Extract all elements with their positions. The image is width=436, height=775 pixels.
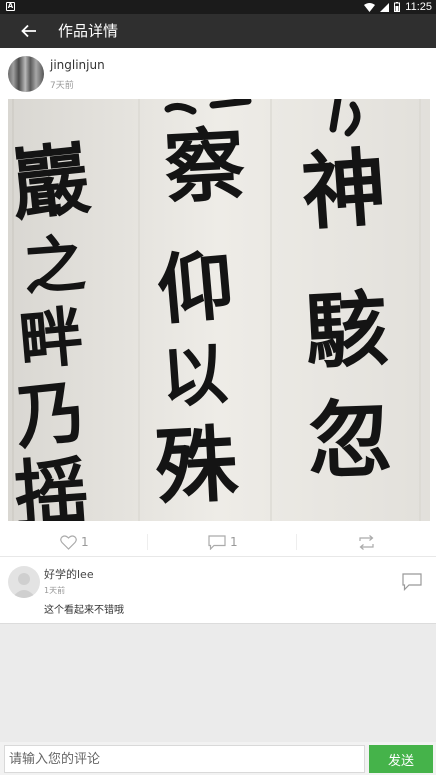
artwork-char-7: 仰 bbox=[154, 240, 237, 335]
artwork-char-1: 巖 bbox=[8, 133, 95, 232]
action-divider bbox=[296, 534, 297, 550]
commenter-avatar[interactable] bbox=[8, 566, 40, 598]
page-title: 作品详情 bbox=[58, 22, 119, 40]
signal-icon bbox=[380, 2, 390, 12]
artwork-char-11: 駭 bbox=[303, 281, 390, 381]
artwork-char-10: 神 bbox=[299, 137, 390, 242]
reply-icon[interactable] bbox=[401, 572, 423, 592]
action-divider bbox=[147, 534, 148, 550]
artwork-char-5: 摇 bbox=[11, 449, 91, 521]
comment-bar: 发送 bbox=[0, 742, 436, 775]
clock: 11:25 bbox=[405, 1, 432, 13]
author-name[interactable]: jinglinjun bbox=[50, 58, 105, 72]
artwork-image[interactable]: 巖 之 畔 乃 摇 察 仰 以 殊 神 駭 忽 bbox=[8, 99, 430, 521]
artwork-char-12: 忽 bbox=[306, 389, 393, 491]
like-count: 1 bbox=[81, 535, 89, 549]
comment-button[interactable]: 1 bbox=[208, 528, 238, 556]
artwork-char-8: 以 bbox=[159, 335, 230, 417]
notification-icon: A bbox=[6, 2, 15, 11]
artwork-char-4: 乃 bbox=[11, 370, 89, 460]
repost-icon bbox=[359, 534, 374, 550]
post-author[interactable]: jinglinjun 7天前 bbox=[8, 56, 428, 96]
comment-input[interactable] bbox=[4, 745, 365, 773]
author-avatar[interactable] bbox=[8, 56, 44, 92]
divider bbox=[0, 556, 436, 557]
artwork-char-9: 殊 bbox=[153, 416, 241, 516]
wifi-icon bbox=[364, 2, 376, 12]
back-arrow-icon[interactable] bbox=[20, 22, 38, 40]
battery-icon bbox=[394, 2, 401, 12]
like-button[interactable]: 1 bbox=[60, 528, 89, 556]
status-indicators: 11:25 bbox=[364, 0, 432, 14]
post-time: 7天前 bbox=[50, 81, 74, 91]
comment-bubble-icon bbox=[208, 534, 226, 550]
comment-count: 1 bbox=[230, 535, 238, 549]
comment-item: 好学的lee 1天前 这个看起来不错哦 bbox=[0, 558, 436, 622]
send-button[interactable]: 发送 bbox=[369, 745, 433, 773]
calligraphy-photo: 巖 之 畔 乃 摇 察 仰 以 殊 神 駭 忽 bbox=[8, 99, 430, 521]
commenter-name[interactable]: 好学的lee bbox=[44, 566, 94, 582]
comment-time: 1天前 bbox=[44, 586, 66, 595]
post-actions: 1 1 bbox=[0, 528, 436, 556]
artwork-char-6: 察 bbox=[162, 117, 247, 215]
artwork-char-2: 之 bbox=[21, 227, 88, 304]
artwork-char-3: 畔 bbox=[16, 299, 86, 379]
app-bar: 作品详情 bbox=[0, 14, 436, 48]
share-button[interactable] bbox=[357, 528, 376, 556]
heart-icon bbox=[60, 534, 77, 550]
default-avatar-icon bbox=[12, 573, 36, 598]
divider bbox=[0, 623, 436, 624]
post-detail: jinglinjun 7天前 巖 之 畔 乃 摇 察 仰 以 殊 神 駭 忽 1… bbox=[0, 48, 436, 624]
comment-text: 这个看起来不错哦 bbox=[44, 605, 124, 616]
status-bar: A 11:25 bbox=[0, 0, 436, 14]
